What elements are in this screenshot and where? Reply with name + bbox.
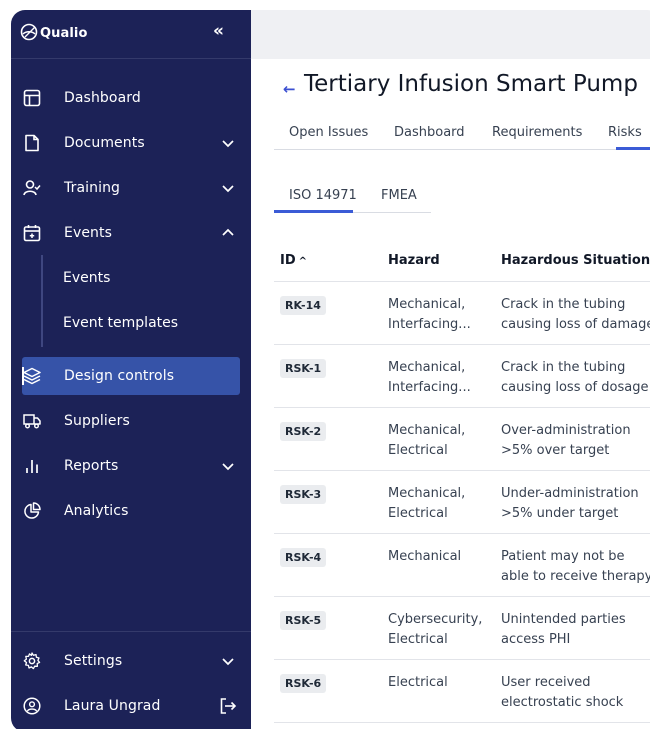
layout-icon [23,89,41,107]
sidebar-divider [11,631,251,632]
subtab-iso-14971[interactable]: ISO 14971 [289,188,357,203]
table-row[interactable]: RSK-5 Cybersecurity, Electrical Unintend… [274,597,650,660]
sidebar-item-user-profile[interactable]: Laura Ungrad [23,688,241,724]
column-header-id[interactable]: ID ^ [280,253,307,268]
top-bar [251,10,650,59]
risk-id-badge: RSK-1 [280,359,327,378]
sidebar-item-label: Training [64,180,121,196]
user-check-icon [23,180,41,196]
chevron-down-icon[interactable] [221,461,235,471]
back-arrow-icon[interactable]: ← [283,80,296,98]
product-tabs: Open Issues Dashboard Requirements Risks [274,122,650,150]
sidebar-subitem-event-templates[interactable]: Event templates [63,315,178,331]
risk-method-tabs: ISO 14971 FMEA [274,185,431,213]
layers-icon [23,367,41,385]
gear-icon [23,652,41,670]
tab-requirements[interactable]: Requirements [492,125,582,140]
sidebar-subitem-events[interactable]: Events [63,270,110,286]
pie-chart-icon [24,502,41,519]
hazard-cell: Mechanical, Electrical [388,423,466,458]
risk-id-badge: RSK-4 [280,548,327,567]
hazard-cell: Electrical [388,675,448,690]
sidebar-item-design-controls[interactable]: Design controls [23,358,241,394]
sidebar-item-reports[interactable]: Reports [23,448,241,484]
sidebar-item-settings[interactable]: Settings [23,643,241,679]
brand-name: Qualio [40,26,88,41]
sidebar-item-label: Events [64,225,113,241]
tab-open-issues[interactable]: Open Issues [289,125,368,140]
collapse-sidebar-button[interactable]: « [213,22,224,40]
risk-id-badge: RSK-3 [280,485,327,504]
hazard-cell: Mechanical [388,549,462,564]
user-avatar-icon [23,697,41,715]
column-header-hazard[interactable]: Hazard [388,253,440,268]
sidebar-item-documents[interactable]: Documents [23,125,241,161]
chevron-down-icon[interactable] [221,183,235,193]
column-header-hazardous-situation[interactable]: Hazardous Situation [501,253,650,268]
sidebar-item-training[interactable]: Training [23,170,241,206]
sidebar-item-dashboard[interactable]: Dashboard [23,80,241,116]
logout-icon[interactable] [219,697,237,715]
main-content: ← Tertiary Infusion Smart Pump Open Issu… [251,10,650,729]
sidebar-item-label: Settings [64,653,123,669]
table-row[interactable]: RSK-3 Mechanical, Electrical Under-admin… [274,471,650,534]
sidebar-item-label: Design controls [64,368,175,384]
calendar-icon [23,225,41,242]
table-header: ID ^ Hazard Hazardous Situation [274,242,650,282]
sidebar-item-label: Documents [64,135,145,151]
page-title: Tertiary Infusion Smart Pump [304,71,638,97]
tab-dashboard[interactable]: Dashboard [394,125,465,140]
sidebar-item-analytics[interactable]: Analytics [23,493,241,529]
subtab-fmea[interactable]: FMEA [381,188,417,203]
situation-cell: Crack in the tubing causing loss of dosa… [501,360,649,395]
hazard-cell: Mechanical, Interfacing... [388,297,471,332]
sidebar-item-suppliers[interactable]: Suppliers [23,403,241,439]
table-row[interactable]: RSK-4 Mechanical Patient may not be able… [274,534,650,597]
active-tab-indicator [616,147,650,150]
sort-ascending-icon: ^ [298,256,308,267]
tab-risks[interactable]: Risks [608,125,642,140]
bar-chart-icon [26,460,38,473]
sidebar: Qualio « Dashboard Documents Training Ev… [11,10,251,729]
chevron-up-icon[interactable] [221,228,235,238]
truck-icon [23,414,41,429]
risk-id-badge: RSK-6 [280,674,327,693]
situation-cell: User received electrostatic shock [501,675,624,710]
table-row[interactable]: RSK-6 Electrical User received electrost… [274,660,650,723]
hazard-cell: Mechanical, Electrical [388,486,466,521]
active-subtab-indicator [274,210,353,213]
sidebar-item-label: Suppliers [64,413,130,429]
app-window: Qualio « Dashboard Documents Training Ev… [11,10,650,729]
chevron-down-icon[interactable] [221,138,235,148]
chevron-down-icon[interactable] [221,656,235,666]
table-row[interactable]: RSK-1 Mechanical, Interfacing... Crack i… [274,345,650,408]
hazard-cell: Mechanical, Interfacing... [388,360,471,395]
situation-cell: Under-administration >5% under target [501,486,639,521]
situation-cell: Unintended parties access PHI [501,612,626,647]
brand-header: Qualio « [11,10,251,59]
sidebar-item-label: Dashboard [64,90,141,106]
sidebar-item-label: Analytics [64,503,129,519]
hazard-cell: Cybersecurity, Electrical [388,612,483,647]
situation-cell: Patient may not be able to receive thera… [501,549,650,584]
risk-id-badge: RSK-2 [280,422,327,441]
submenu-guide-line [41,255,43,347]
risk-id-badge: RK-14 [280,296,326,315]
table-row[interactable]: RSK-2 Mechanical, Electrical Over-admini… [274,408,650,471]
qualio-logo-icon [20,23,38,41]
table-row[interactable]: RK-14 Mechanical, Interfacing... Crack i… [274,282,650,345]
situation-cell: Over-administration >5% over target [501,423,631,458]
document-icon [25,134,39,152]
user-name: Laura Ungrad [64,698,161,714]
risk-id-badge: RSK-5 [280,611,327,630]
sidebar-item-events[interactable]: Events [23,215,241,251]
situation-cell: Crack in the tubing causing loss of dama… [501,297,650,332]
sidebar-item-label: Reports [64,458,119,474]
column-header-label: ID [280,253,296,268]
